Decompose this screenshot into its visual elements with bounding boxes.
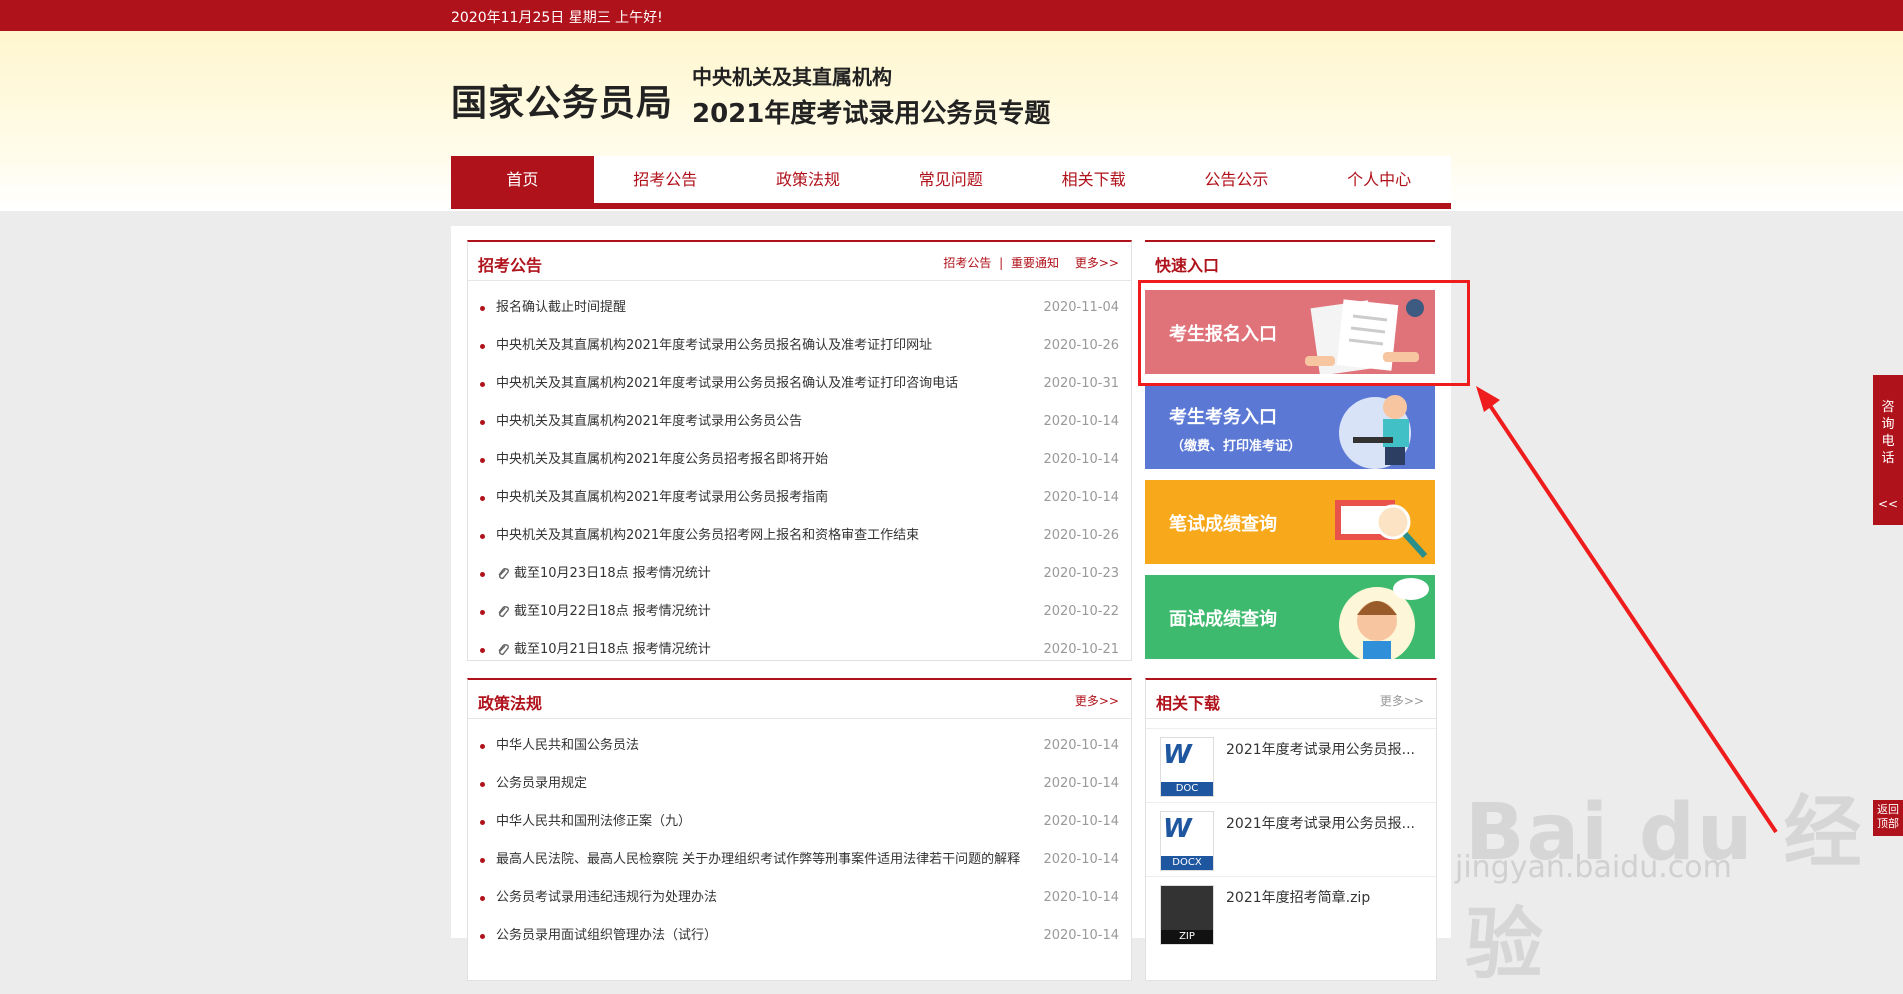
watermark-url: jingyan.baidu.com	[1455, 850, 1732, 885]
baidu-watermark: Bai du 经验 jingyan.baidu.com	[1455, 730, 1875, 990]
consult-phone-label: 咨询电话	[1881, 400, 1895, 466]
back-to-top-button[interactable]: 返回 顶部	[1873, 800, 1903, 836]
consult-phone-tab[interactable]: 咨询电话 <<	[1873, 375, 1903, 525]
expand-arrows-icon: <<	[1877, 497, 1899, 511]
